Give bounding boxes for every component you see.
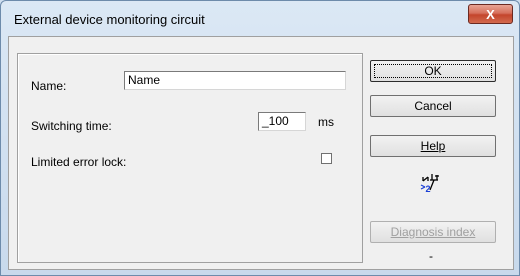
cancel-button-label: Cancel [414, 99, 452, 113]
name-label: Name: [31, 79, 67, 93]
switch-circuit-icon: 2 [420, 174, 439, 194]
diagnosis-index-button: Diagnosis index [370, 221, 496, 243]
dialog-title: External device monitoring circuit [14, 12, 205, 27]
help-button-label: Help [420, 139, 446, 153]
limited-error-lock-label: Limited error lock: [31, 155, 127, 169]
settings-group: Name: Name Switching time: _100 ms Limit… [17, 53, 363, 263]
diagnosis-index-label: Diagnosis index [390, 225, 476, 239]
ok-button-label: OK [424, 64, 442, 78]
dialog-client-area: Name: Name Switching time: _100 ms Limit… [8, 36, 514, 270]
switching-time-label: Switching time: [31, 119, 112, 133]
name-input[interactable]: Name [124, 71, 346, 90]
status-dash: - [429, 249, 433, 263]
help-button[interactable]: Help [370, 135, 496, 157]
close-button[interactable]: X [468, 4, 513, 24]
ok-button[interactable]: OK [370, 60, 496, 82]
limited-error-lock-checkbox[interactable] [321, 153, 332, 164]
dialog-window: External device monitoring circuit X Nam… [0, 0, 520, 276]
title-bar[interactable]: External device monitoring circuit X [1, 1, 519, 36]
switching-time-unit: ms [318, 115, 334, 129]
switch-circuit-badge: 2 [426, 184, 431, 194]
close-icon: X [486, 6, 495, 22]
cancel-button[interactable]: Cancel [370, 95, 496, 117]
switching-time-input[interactable]: _100 [258, 112, 306, 131]
